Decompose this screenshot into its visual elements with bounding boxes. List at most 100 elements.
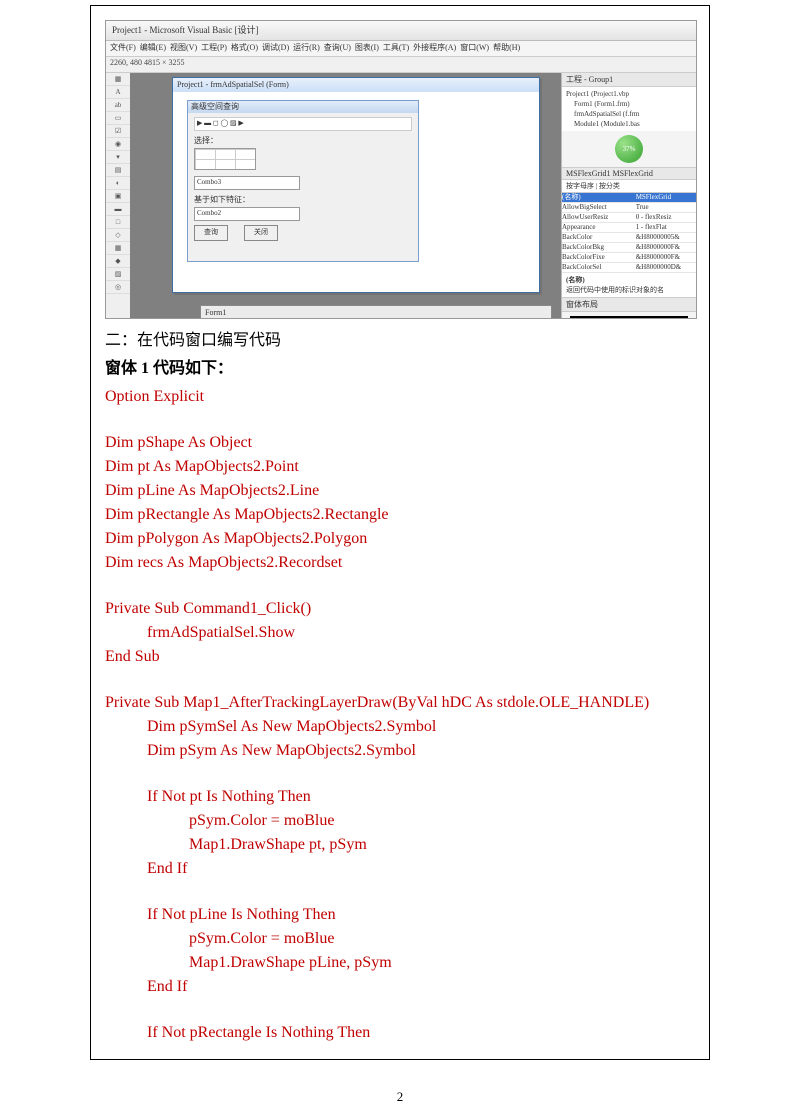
property-row: AllowBigSelectTrue: [562, 203, 696, 213]
palette-tool-icon: ▤: [106, 164, 130, 177]
menu-item: 文件(F): [110, 43, 136, 52]
palette-tool-icon: ▭: [106, 112, 130, 125]
document-page: Project1 - Microsoft Visual Basic [设计] 文…: [0, 0, 800, 1117]
code-line: Dim pSymSel As New MapObjects2.Symbol: [105, 715, 695, 739]
layout-panel-title: 窗体布局: [562, 298, 696, 312]
form-caption: 高级空间查询: [188, 101, 418, 113]
menu-item: 编辑(E): [140, 43, 166, 52]
property-row: BackColorFixe&H8000000F&: [562, 253, 696, 263]
menu-item: 调试(D): [262, 43, 289, 52]
code-line: If Not pRectangle Is Nothing Then: [105, 1021, 695, 1045]
palette-tool-icon: ◎: [106, 281, 130, 294]
mdi-area: Project1 - frmAdSpatialSel (Form) 高级空间查询…: [130, 73, 562, 318]
prop-desc-name: (名称): [566, 276, 585, 284]
code-line: Dim recs As MapObjects2.Recordset: [105, 551, 695, 575]
palette-tool-icon: ◇: [106, 229, 130, 242]
content-border: Project1 - Microsoft Visual Basic [设计] 文…: [90, 5, 710, 1060]
progress-badge: 37%: [615, 135, 643, 163]
form-preview: 高级空间查询 ▶ ▬ ◻ ◯ ▨ ▶ 选择： Combo3 基于如下特征： Co…: [187, 100, 419, 262]
property-row: BackColorBkg&H8000000F&: [562, 243, 696, 253]
project-tree: Project1 (Project1.vbp Form1 (Form1.frm)…: [562, 87, 696, 131]
page-number: 2: [0, 1089, 800, 1105]
ide-menubar: 文件(F)编辑(E)视图(V)工程(P)格式(O)调试(D)运行(R)查询(U)…: [106, 41, 696, 57]
property-description: (名称) 返回代码中使用的标识对象的名: [562, 273, 696, 297]
palette-tool-icon: ▦: [106, 73, 130, 86]
tree-node-form1: Form1 (Form1.frm): [566, 99, 692, 109]
code-line: Dim pLine As MapObjects2.Line: [105, 479, 695, 503]
heading-form1-code: 窗体 1 代码如下：: [105, 357, 695, 381]
code-line: If Not pLine Is Nothing Then: [105, 903, 695, 927]
blank-line: [105, 575, 695, 597]
palette-tool-icon: ▣: [106, 190, 130, 203]
button-query: 查询: [194, 225, 228, 241]
palette-tool-icon: ▦: [106, 242, 130, 255]
code-line: Dim pShape As Object: [105, 431, 695, 455]
menu-item: 格式(O): [231, 43, 258, 52]
flexgrid-control: [194, 148, 256, 170]
combo-feature: Combo2: [194, 207, 300, 221]
menu-item: 工具(T): [383, 43, 409, 52]
heading-section-2: 二：在代码窗口编写代码: [105, 329, 695, 353]
vb6-ide-screenshot: Project1 - Microsoft Visual Basic [设计] 文…: [105, 20, 697, 319]
blank-line: [105, 881, 695, 903]
ide-right-panels: 工程 - Group1 Project1 (Project1.vbp Form1…: [561, 73, 696, 318]
property-row: Appearance1 - flexFlat: [562, 223, 696, 233]
code-line: Dim pPolygon As MapObjects2.Polygon: [105, 527, 695, 551]
code-line: Map1.DrawShape pt, pSym: [105, 833, 695, 857]
code-line: Dim pRectangle As MapObjects2.Rectangle: [105, 503, 695, 527]
palette-tool-icon: ☑: [106, 125, 130, 138]
blank-line: [105, 669, 695, 691]
menu-item: 工程(P): [201, 43, 227, 52]
code-line: Private Sub Map1_AfterTrackingLayerDraw(…: [105, 691, 695, 715]
ide-titlebar: Project1 - Microsoft Visual Basic [设计]: [106, 21, 696, 41]
prop-desc-text: 返回代码中使用的标识对象的名: [566, 286, 664, 294]
code-line: frmAdSpatialSel.Show: [105, 621, 695, 645]
blank-line: [105, 999, 695, 1021]
palette-tool-icon: ◐: [106, 177, 130, 190]
palette-tool-icon: ab: [106, 99, 130, 112]
menu-item: 运行(R): [293, 43, 320, 52]
shape-tool-row: ▶ ▬ ◻ ◯ ▨ ▶: [194, 117, 412, 131]
code-line: End If: [105, 975, 695, 999]
property-row: AllowUserResiz0 - flexResiz: [562, 213, 696, 223]
layout-monitor: frmAd: [570, 316, 688, 319]
menu-item: 窗口(W): [460, 43, 489, 52]
code-line: End Sub: [105, 645, 695, 669]
menu-item: 帮助(H): [493, 43, 520, 52]
palette-tool-icon: A: [106, 86, 130, 99]
code-line: If Not pt Is Nothing Then: [105, 785, 695, 809]
tree-root: Project1 (Project1.vbp: [566, 89, 692, 99]
form-layout-panel: 窗体布局 frmAd: [562, 298, 696, 319]
form-body: ▶ ▬ ◻ ◯ ▨ ▶ 选择： Combo3 基于如下特征： Combo2 查询…: [188, 113, 418, 245]
form-designer-window: Project1 - frmAdSpatialSel (Form) 高级空间查询…: [172, 77, 540, 293]
palette-tool-icon: ▨: [106, 268, 130, 281]
code-line: Map1.DrawShape pLine, pSym: [105, 951, 695, 975]
menu-item: 外接程序(A): [413, 43, 456, 52]
background-form-title: Form1: [201, 306, 551, 319]
menu-item: 视图(V): [170, 43, 197, 52]
properties-tab-row: 按字母序 | 按分类: [562, 180, 696, 193]
palette-tool-icon: □: [106, 216, 130, 229]
document-text: 二：在代码窗口编写代码 窗体 1 代码如下： Option Explicit Di…: [105, 329, 695, 1045]
code-line: Private Sub Command1_Click(): [105, 597, 695, 621]
code-block: Option ExplicitDim pShape As ObjectDim p…: [105, 385, 695, 1045]
properties-grid: (名称)MSFlexGridAllowBigSelectTrueAllowUse…: [562, 193, 696, 273]
tree-node-frmadspatialsel: frmAdSpatialSel (f.frm: [566, 109, 692, 119]
palette-tool-icon: ▾: [106, 151, 130, 164]
properties-tabs: 按字母序 | 按分类 (名称)MSFlexGridAllowBigSelectT…: [562, 180, 696, 273]
project-panel-title: 工程 - Group1: [562, 73, 696, 87]
designer-titlebar: Project1 - frmAdSpatialSel (Form): [173, 78, 539, 92]
toolbox-palette: ▦Aab▭☑◉▾▤◐▣▬□◇▦◆▨◎: [106, 73, 131, 318]
code-line: Dim pt As MapObjects2.Point: [105, 455, 695, 479]
property-row: BackColorSel&H8000000D&: [562, 263, 696, 273]
palette-tool-icon: ◉: [106, 138, 130, 151]
palette-tool-icon: ◆: [106, 255, 130, 268]
menu-item: 图表(I): [355, 43, 379, 52]
blank-line: [105, 763, 695, 785]
code-line: Option Explicit: [105, 385, 695, 409]
button-close: 关闭: [244, 225, 278, 241]
code-line: End If: [105, 857, 695, 881]
property-row: BackColor&H80000005&: [562, 233, 696, 243]
code-line: pSym.Color = moBlue: [105, 809, 695, 833]
label-condition: 基于如下特征：: [194, 194, 412, 205]
